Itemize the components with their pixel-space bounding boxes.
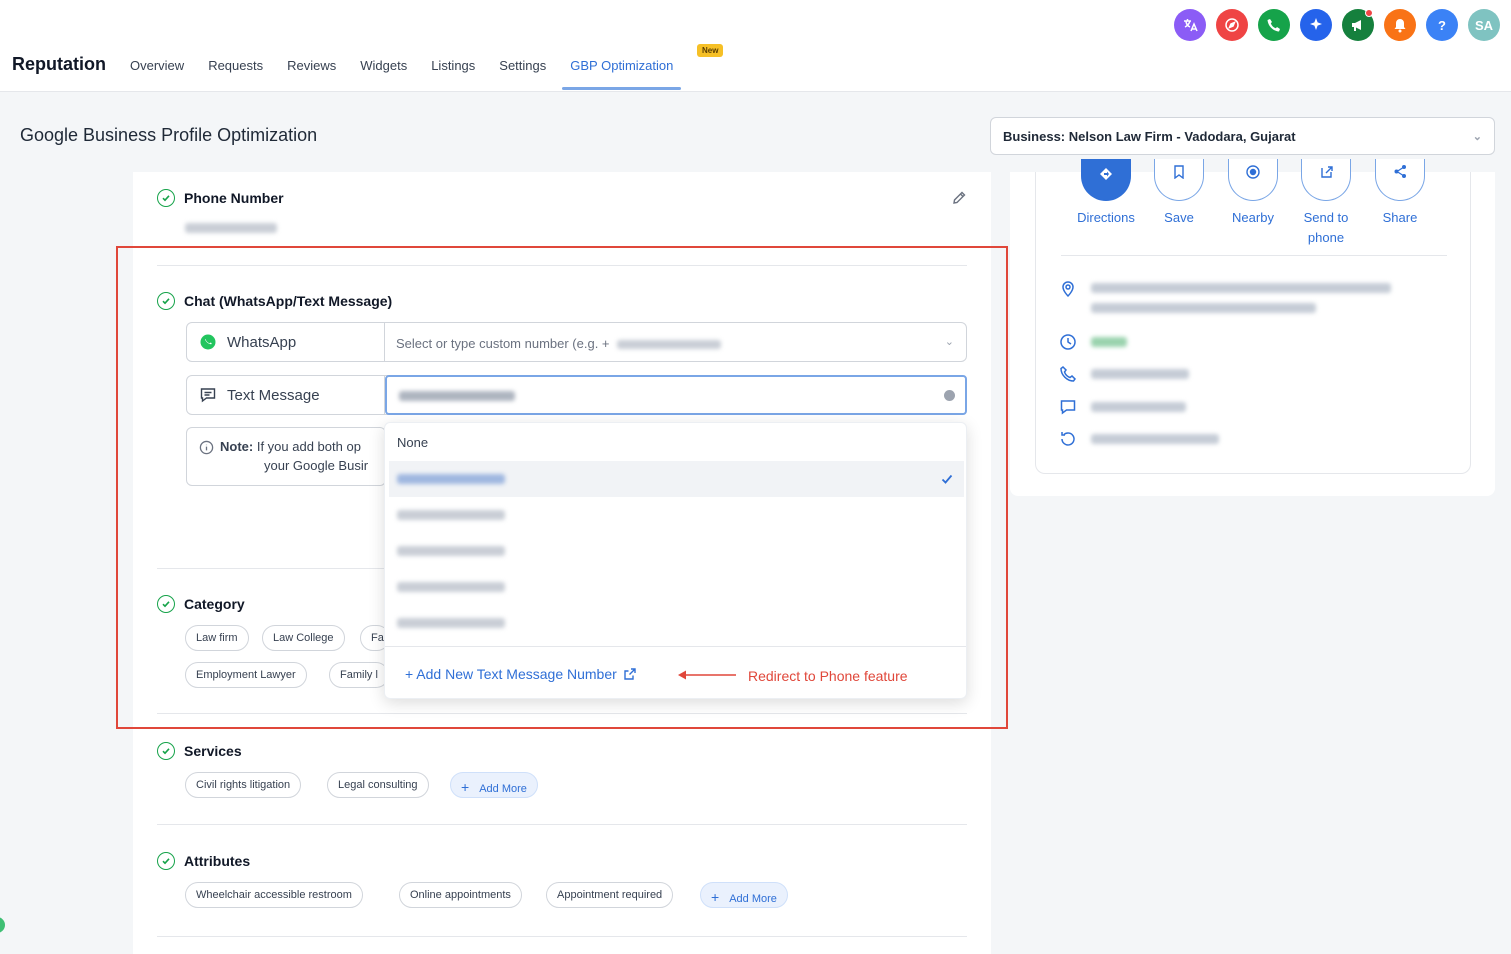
sparkle-icon[interactable] [1300,9,1332,41]
divider [157,936,967,937]
hours-status-redacted [1091,337,1127,347]
attributes-title: Attributes [184,853,251,869]
bell-icon[interactable] [1384,9,1416,41]
tab-listings[interactable]: Listings [431,58,475,92]
annotation-arrow-icon [678,670,736,680]
clock-icon [1060,334,1076,350]
services-title: Services [184,743,242,759]
phone-row [1059,365,1189,383]
phone-value-redacted [185,223,277,233]
top-navigation-bar: Reputation Overview Requests Reviews Wid… [0,0,1511,92]
add-more-label: Add More [729,893,777,905]
location-pin-icon [1062,281,1074,298]
avatar[interactable]: SA [1468,9,1500,41]
directions-label: Directions [1077,210,1135,225]
share-icon [1375,159,1425,201]
history-icon [1061,432,1075,446]
translate-icon[interactable] [1174,9,1206,41]
compass-icon[interactable] [1216,9,1248,41]
divider [1061,255,1447,256]
page-title: Google Business Profile Optimization [20,125,318,145]
services-section-title: Services [157,742,242,760]
phone-icon[interactable] [1258,9,1290,41]
attribute-chip[interactable]: Online appointments [399,882,522,908]
check-circle-icon [157,742,175,760]
phone-redacted [1091,369,1189,379]
plus-icon: + [711,889,720,905]
address-line-1-redacted [1091,283,1391,293]
directions-icon [1081,159,1131,201]
check-circle-icon [157,852,175,870]
nearby-icon [1228,159,1278,201]
header-icon-group: ? SA [1174,9,1500,41]
chat-bubble-icon [1060,400,1076,415]
tab-settings[interactable]: Settings [499,58,546,92]
chevron-down-icon: ⌄ [1472,131,1482,143]
annotation-label: Redirect to Phone feature [748,668,908,684]
tab-overview[interactable]: Overview [130,58,184,92]
megaphone-icon[interactable] [1342,9,1374,41]
tab-widgets[interactable]: Widgets [360,58,407,92]
business-select-value: Business: Nelson Law Firm - Vadodara, Gu… [1003,129,1296,144]
phone-icon [1060,366,1076,382]
tab-reviews[interactable]: Reviews [287,58,336,92]
add-more-label: Add More [479,783,527,795]
service-chip[interactable]: Civil rights litigation [185,772,302,798]
hours-row [1059,333,1127,351]
address-row [1059,280,1391,313]
service-chip[interactable]: Legal consulting [327,772,429,798]
gbp-preview-panel: Directions Save Nearby Send to phone Sha… [1010,159,1495,496]
send-to-phone-icon [1301,159,1351,201]
save-label: Save [1164,210,1194,225]
share-label: Share [1382,210,1418,225]
attributes-section-title: Attributes [157,852,250,870]
phone-section-title: Phone Number [157,189,284,207]
add-service-button[interactable]: + Add More [450,772,538,798]
attribute-chip[interactable]: Appointment required [546,882,674,908]
notification-dot [1365,9,1373,17]
address-line-2-redacted [1091,303,1316,313]
annotation-highlight-box [116,246,1008,729]
tab-gbp-optimization[interactable]: GBP Optimization [562,58,682,92]
new-badge: New [697,44,724,57]
text-message-preview-row [1059,398,1186,416]
support-widget-tab[interactable] [0,917,5,933]
nearby-label: Nearby [1232,210,1274,225]
app-title: Reputation [12,54,106,74]
maps-activity-row [1059,430,1219,448]
attribute-chip[interactable]: Wheelchair accessible restroom [185,882,363,908]
main-tabs: Overview Requests Reviews Widgets Listin… [130,58,697,92]
help-icon[interactable]: ? [1426,9,1458,41]
divider [157,824,967,825]
text-message-redacted [1091,402,1186,412]
check-circle-icon [157,189,175,207]
tab-requests[interactable]: Requests [208,58,263,92]
preview-card: Directions Save Nearby Send to phone Sha… [1035,159,1471,474]
maps-activity-redacted [1091,434,1219,444]
add-attribute-button[interactable]: + Add More [700,882,788,908]
plus-icon: + [461,779,470,795]
phone-title: Phone Number [184,190,284,206]
pencil-icon[interactable] [951,190,967,206]
send-to-phone-label: Send to phone [1303,210,1349,245]
business-select[interactable]: Business: Nelson Law Firm - Vadodara, Gu… [990,117,1495,155]
bookmark-icon [1154,159,1204,201]
